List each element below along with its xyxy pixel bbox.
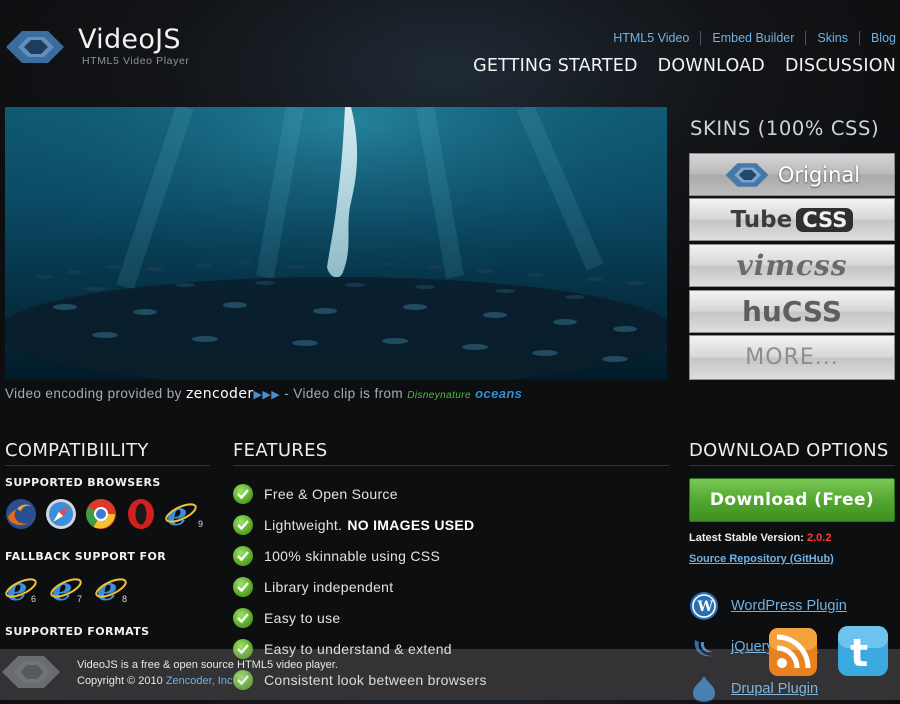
compatibility-title: COMPATIBIILITY <box>5 440 149 461</box>
footer-line-1: VideoJS is a free & open source HTML5 vi… <box>77 659 338 671</box>
features-title: FEATURES <box>233 440 328 461</box>
zencoder-arrows-icon: ▶▶▶ <box>253 389 281 401</box>
download-divider <box>689 465 895 466</box>
skin-original-label: Original <box>777 162 861 187</box>
oceans-logo[interactable]: oceans <box>475 386 522 401</box>
check-icon <box>233 514 253 535</box>
opera-icon <box>128 499 154 529</box>
top-link-skins[interactable]: Skins <box>806 31 860 45</box>
credit-prefix: Video encoding provided by <box>5 386 182 401</box>
chrome-icon <box>86 499 116 529</box>
source-repository-link[interactable]: Source Repository (GitHub) <box>689 553 834 565</box>
skin-vimcss-label: vimcss <box>736 249 848 282</box>
skin-more-button[interactable]: MORE... <box>689 335 895 380</box>
top-link-html5-video[interactable]: HTML5 Video <box>602 31 702 45</box>
skin-tubecss-button[interactable]: Tube CSS <box>689 198 895 241</box>
wordpress-plugin-label: WordPress Plugin <box>731 598 847 614</box>
video-player[interactable] <box>5 107 667 380</box>
check-icon <box>233 576 253 597</box>
videojs-logo-icon <box>6 31 64 63</box>
skin-vimcss-button[interactable]: vimcss <box>689 244 895 287</box>
supported-browsers-title: SUPPORTED BROWSERS <box>5 476 161 489</box>
skin-original-button[interactable]: Original <box>689 153 895 196</box>
latest-version-number: 2.0.2 <box>807 532 832 544</box>
footer-text: VideoJS is a free & open source HTML5 vi… <box>77 657 338 689</box>
skin-hucss-label: huCSS <box>741 295 842 328</box>
latest-version: Latest Stable Version: 2.0.2 <box>689 532 831 544</box>
footer-line-2: Copyright © 2010 Zencoder, Inc. <box>77 673 338 689</box>
skin-hucss-button[interactable]: huCSS <box>689 290 895 333</box>
feature-item: Library independent <box>233 571 492 602</box>
video-frame-ocean <box>5 107 667 380</box>
ie-version-9: 9 <box>198 519 204 529</box>
skin-more-label: MORE... <box>745 345 839 370</box>
check-icon <box>233 545 253 566</box>
top-link-blog[interactable]: Blog <box>860 31 896 45</box>
wordpress-plugin-link[interactable]: W WordPress Plugin <box>689 591 847 621</box>
compatibility-divider <box>5 465 210 466</box>
footer-logo-icon <box>2 656 60 688</box>
ie-version-8: 8 <box>122 594 128 604</box>
download-button[interactable]: Download (Free) <box>689 478 895 522</box>
feature-item: Free & Open Source <box>233 478 492 509</box>
top-links: HTML5 Video Embed Builder Skins Blog <box>602 31 896 45</box>
zencoder-logo[interactable]: zencoder <box>186 386 254 402</box>
safari-icon <box>46 499 76 529</box>
feature-item: Easy to use <box>233 602 492 633</box>
features-divider <box>233 465 669 466</box>
videojs-logo[interactable]: VideoJS HTML5 Video Player <box>4 22 204 72</box>
feature-item: Lightweight. NO IMAGES USED <box>233 509 492 540</box>
firefox-icon <box>6 499 36 529</box>
logo-tagline: HTML5 Video Player <box>82 55 190 67</box>
logo-name: VideoJS <box>78 24 181 55</box>
skins-title: SKINS (100% CSS) <box>690 117 880 140</box>
skin-tubecss-label-a: Tube <box>730 206 793 233</box>
main-nav: GETTING STARTED DOWNLOAD DISCUSSION <box>473 56 896 76</box>
fallback-support-title: FALLBACK SUPPORT FOR <box>5 550 167 563</box>
nav-getting-started[interactable]: GETTING STARTED <box>473 56 638 76</box>
wordpress-icon: W <box>690 592 718 620</box>
credit-middle: - Video clip is from <box>284 386 404 401</box>
check-icon <box>233 607 253 628</box>
ie-icon: e <box>165 497 197 531</box>
copyright: Copyright © 2010 <box>77 675 163 687</box>
supported-formats-title: SUPPORTED FORMATS <box>5 625 150 638</box>
twitter-icon[interactable]: t <box>836 624 890 678</box>
disneynature-logo[interactable]: Disneynature <box>407 390 471 401</box>
ie-version-6: 6 <box>31 594 37 604</box>
latest-version-label: Latest Stable Version: <box>689 532 804 544</box>
nav-download[interactable]: DOWNLOAD <box>658 56 765 76</box>
nav-discussion[interactable]: DISCUSSION <box>785 56 896 76</box>
svg-text:W: W <box>697 599 714 615</box>
video-credit: Video encoding provided by zencoder▶▶▶ -… <box>5 386 522 402</box>
rss-icon[interactable] <box>767 626 819 678</box>
ie-version-7: 7 <box>77 594 83 604</box>
videojs-diamond-icon <box>725 162 769 187</box>
download-options-title: DOWNLOAD OPTIONS <box>689 440 889 461</box>
check-icon <box>233 483 253 504</box>
zencoder-link[interactable]: Zencoder, Inc. <box>166 675 236 687</box>
skin-tubecss-label-b: CSS <box>796 207 854 232</box>
svg-text:t: t <box>850 631 868 675</box>
top-link-embed-builder[interactable]: Embed Builder <box>701 31 807 45</box>
feature-item: 100% skinnable using CSS <box>233 540 492 571</box>
